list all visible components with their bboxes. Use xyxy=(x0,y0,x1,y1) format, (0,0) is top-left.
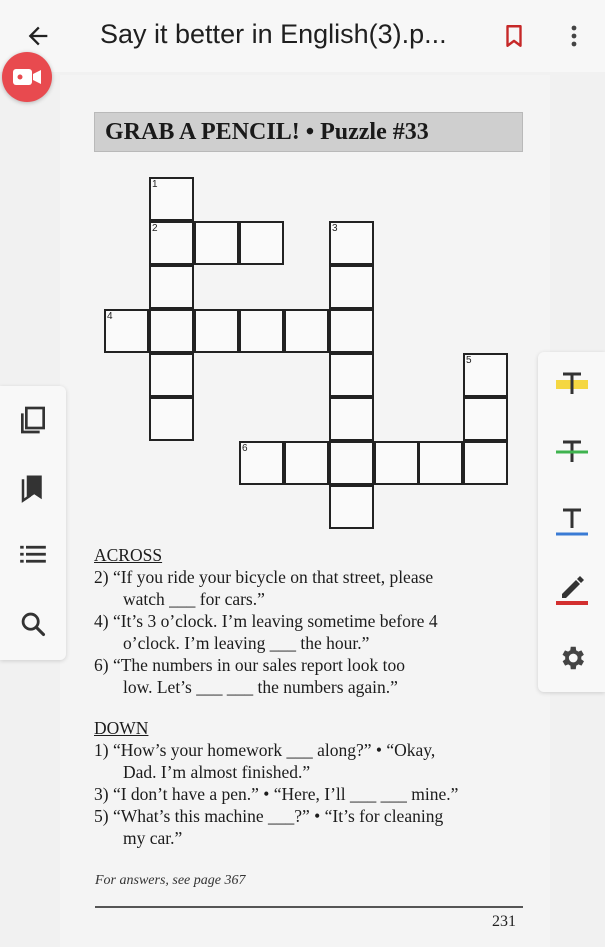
crossword-cell[interactable] xyxy=(463,441,508,485)
clue-line: my car.” xyxy=(123,828,183,848)
highlight-text-icon xyxy=(556,372,588,394)
clue-number: 4 xyxy=(107,311,113,322)
bookmarks-button[interactable] xyxy=(13,468,53,508)
clue-line: 4) “It’s 3 o’clock. I’m leaving sometime… xyxy=(94,611,438,631)
clue-number: 1 xyxy=(152,179,158,190)
puzzle-title: GRAB A PENCIL! • Puzzle #33 xyxy=(94,112,523,152)
bookmark-button[interactable] xyxy=(496,18,532,54)
crossword-cell[interactable] xyxy=(194,309,239,353)
draw-tool-button[interactable] xyxy=(550,566,594,610)
footer-divider xyxy=(95,906,523,908)
crossword-cell[interactable] xyxy=(239,309,284,353)
clue-number: 3 xyxy=(332,223,338,234)
across-heading: ACROSS xyxy=(94,545,163,565)
search-icon xyxy=(21,612,46,637)
settings-button[interactable] xyxy=(550,636,594,680)
bookmarks-icon xyxy=(21,475,42,503)
highlight-tool-button[interactable] xyxy=(550,362,594,406)
pages-button[interactable] xyxy=(13,400,53,440)
more-vert-icon xyxy=(571,25,577,47)
clue-line: watch ___ for cars.” xyxy=(123,589,265,609)
clue-line: 3) “I don’t have a pen.” • “Here, I’ll _… xyxy=(94,784,459,804)
arrow-left-icon xyxy=(28,26,48,46)
list-icon xyxy=(20,545,46,563)
crossword-cell[interactable]: 2 xyxy=(149,221,194,265)
clue-line: 5) “What’s this machine ___?” • “It’s fo… xyxy=(94,806,444,826)
crossword-cell[interactable] xyxy=(284,309,329,353)
crossword-cell[interactable] xyxy=(149,397,194,441)
crossword-cell[interactable] xyxy=(418,441,463,485)
video-camera-icon xyxy=(13,69,41,85)
crossword-cell[interactable] xyxy=(149,309,194,353)
clue-line: 2) “If you ride your bicycle on that str… xyxy=(94,567,434,587)
table-of-contents-button[interactable] xyxy=(13,534,53,574)
underline-text-icon xyxy=(556,508,588,536)
crossword-cell[interactable] xyxy=(329,309,374,353)
crossword-cell[interactable] xyxy=(329,441,374,485)
clue-line: 6) “The numbers in our sales report look… xyxy=(94,655,406,675)
underline-tool-button[interactable] xyxy=(550,500,594,544)
screen-record-button[interactable] xyxy=(2,52,52,102)
crossword-cell[interactable] xyxy=(329,265,374,309)
crossword-cell[interactable]: 5 xyxy=(463,353,508,397)
search-button[interactable] xyxy=(13,604,53,644)
crossword-cell[interactable] xyxy=(149,353,194,397)
clue-line: Dad. I’m almost finished.” xyxy=(123,762,311,782)
crossword-cell[interactable] xyxy=(239,221,284,265)
back-button[interactable] xyxy=(18,16,58,56)
crossword-cell[interactable] xyxy=(149,265,194,309)
clue-number: 5 xyxy=(466,355,472,366)
pen-draw-icon xyxy=(556,576,588,605)
settings-icon xyxy=(562,646,584,670)
crossword-cell[interactable] xyxy=(463,397,508,441)
clue-line: o’clock. I’m leaving ___ the hour.” xyxy=(123,633,370,653)
crossword-cell[interactable] xyxy=(284,441,329,485)
clue-line: 1) “How’s your homework ___ along?” • “O… xyxy=(94,740,436,760)
crossword-cell[interactable] xyxy=(374,441,419,485)
crossword-cell[interactable] xyxy=(194,221,239,265)
app-toolbar: Say it better in English(3).p... xyxy=(0,0,605,72)
clue-line: low. Let’s ___ ___ the numbers again.” xyxy=(123,677,398,697)
crossword-cell[interactable]: 4 xyxy=(104,309,149,353)
clue-number: 6 xyxy=(242,443,248,454)
clue-number: 2 xyxy=(152,223,158,234)
crossword-cell[interactable]: 1 xyxy=(149,177,194,221)
document-title: Say it better in English(3).p... xyxy=(100,19,447,49)
strikethrough-text-icon xyxy=(556,440,588,462)
crossword-cell[interactable] xyxy=(329,485,374,529)
left-tool-rail xyxy=(0,386,66,660)
crossword-cell[interactable] xyxy=(329,397,374,441)
annotation-tool-rail xyxy=(538,352,605,692)
strikethrough-tool-button[interactable] xyxy=(550,430,594,474)
down-heading: DOWN xyxy=(94,718,149,738)
bookmark-outline-icon xyxy=(506,25,522,47)
copy-pages-icon xyxy=(21,406,45,434)
answers-note: For answers, see page 367 xyxy=(95,873,246,888)
crossword-cell[interactable]: 6 xyxy=(239,441,284,485)
crossword-cell[interactable]: 3 xyxy=(329,221,374,265)
page-number: 231 xyxy=(492,913,516,930)
crossword-cell[interactable] xyxy=(329,353,374,397)
more-options-button[interactable] xyxy=(556,16,592,56)
